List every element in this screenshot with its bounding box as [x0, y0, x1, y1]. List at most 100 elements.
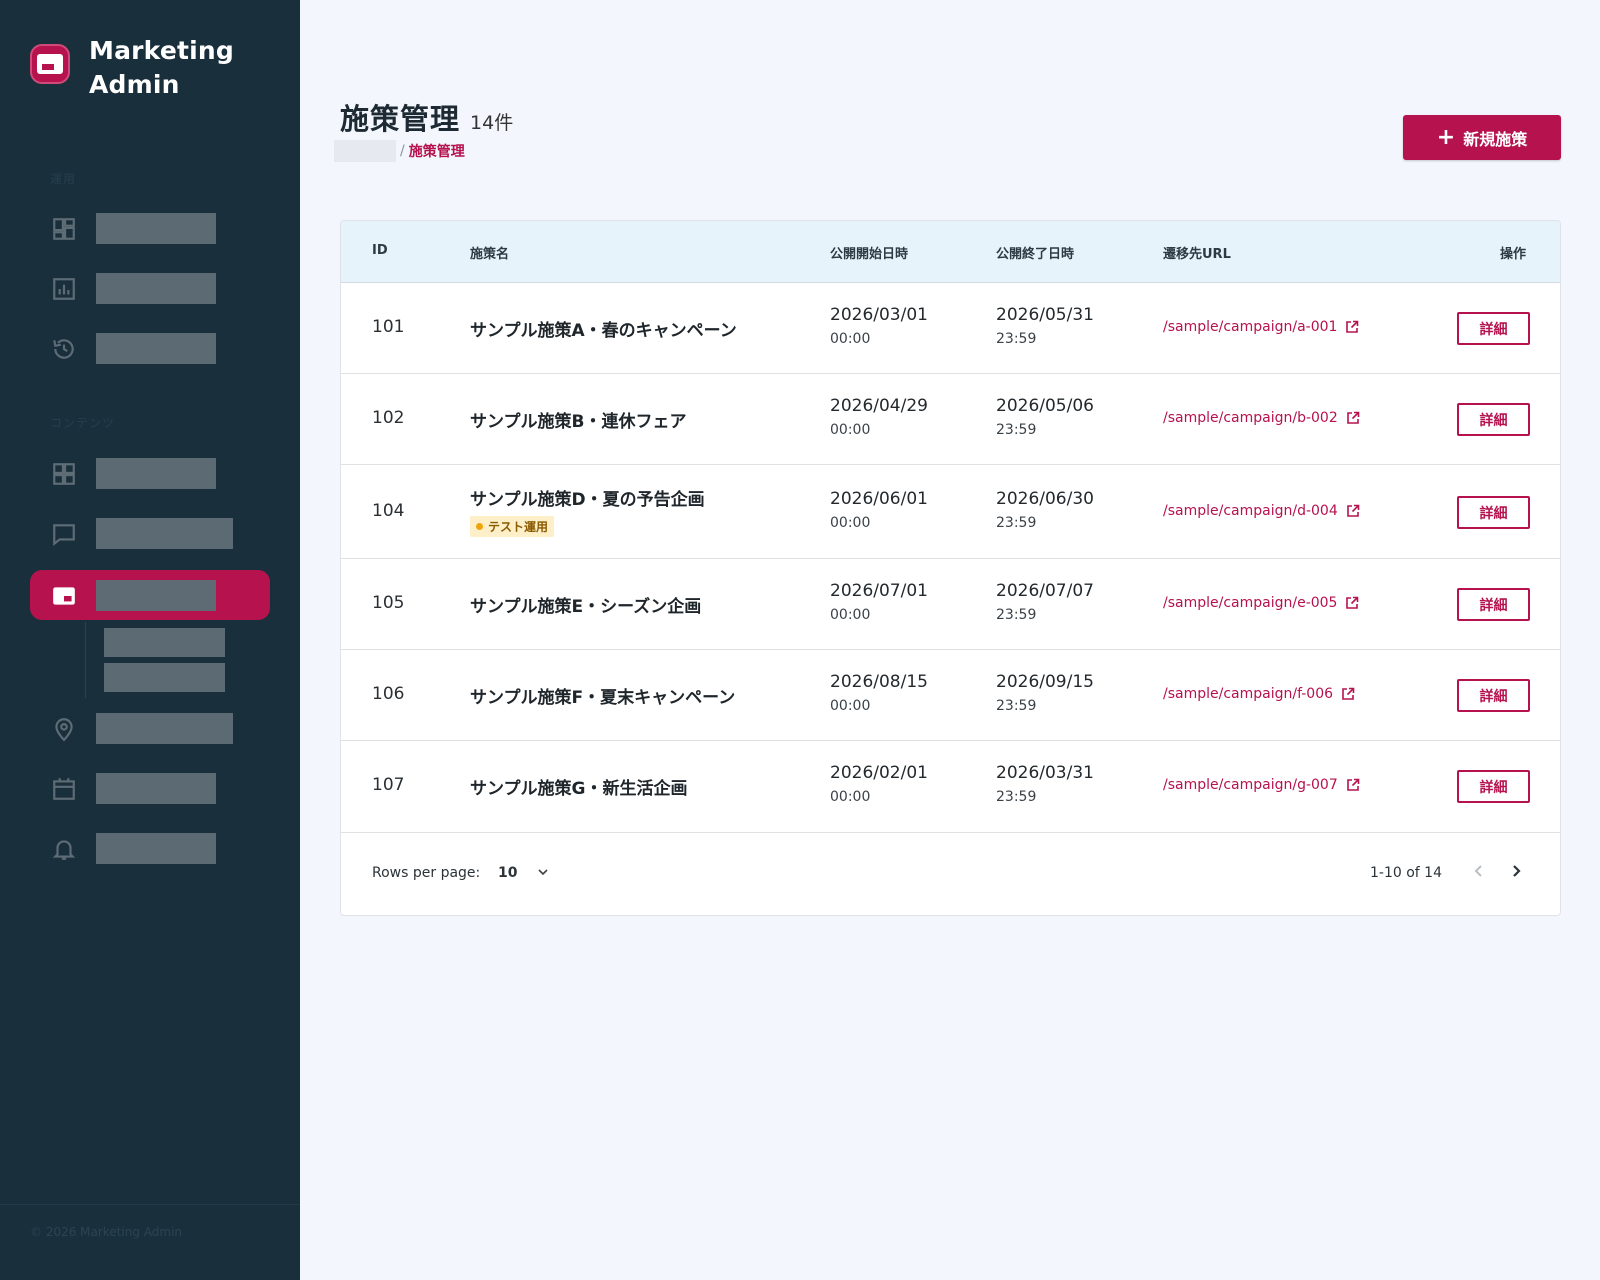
start-time: 00:00 — [830, 698, 871, 714]
end-time: 23:59 — [996, 515, 1037, 531]
row-start: 2026/08/15 00:00 — [830, 672, 928, 714]
rows-per-page-select[interactable]: 10 — [498, 865, 517, 881]
table-row[interactable]: 105 サンプル施策E・シーズン企画 2026/07/01 00:00 2026/… — [341, 559, 1560, 650]
detail-button[interactable]: 詳細 — [1457, 312, 1530, 345]
sidebar-item-7[interactable] — [30, 763, 270, 813]
sidebar-item-5[interactable] — [30, 508, 270, 558]
column-header-end[interactable]: 公開終了日時 — [996, 243, 1074, 262]
new-campaign-button[interactable]: + 新規施策 — [1403, 115, 1561, 160]
brand-name: Marketing Admin — [89, 36, 235, 99]
brand-logo-icon — [30, 44, 70, 84]
external-link-icon — [1346, 411, 1360, 424]
row-name: サンプル施策B・連休フェア — [470, 412, 687, 432]
table-row[interactable]: 101 サンプル施策A・春のキャンペーン 2026/03/01 00:00 202… — [341, 283, 1560, 374]
breadcrumb-home[interactable] — [334, 140, 396, 162]
row-name: サンプル施策E・シーズン企画 — [470, 597, 702, 617]
row-url-text: /sample/campaign/g-007 — [1163, 777, 1338, 793]
column-header-url[interactable]: 遷移先URL — [1163, 243, 1231, 262]
sidebar-item-label — [96, 773, 216, 804]
row-url-link[interactable]: /sample/campaign/g-007 — [1163, 777, 1360, 793]
row-end: 2026/07/07 23:59 — [996, 581, 1094, 623]
campaign-table: ID 施策名 公開開始日時 公開終了日時 遷移先URL 操作 101 サンプル施… — [340, 220, 1561, 916]
end-date: 2026/05/06 — [996, 396, 1094, 416]
external-link-icon — [1346, 504, 1360, 517]
row-url-link[interactable]: /sample/campaign/e-005 — [1163, 595, 1359, 611]
page-header: 施策管理 14件 — [340, 96, 513, 138]
bell-icon — [52, 840, 76, 860]
external-link-icon — [1342, 687, 1355, 700]
end-date: 2026/05/31 — [996, 305, 1094, 325]
row-url-text: /sample/campaign/b-002 — [1163, 410, 1338, 426]
row-url-link[interactable]: /sample/campaign/b-002 — [1163, 410, 1360, 426]
calendar-icon — [53, 778, 75, 800]
submenu-item[interactable] — [104, 628, 225, 657]
detail-button[interactable]: 詳細 — [1457, 588, 1530, 621]
sidebar-item-6[interactable] — [30, 703, 270, 753]
row-url-text: /sample/campaign/a-001 — [1163, 319, 1338, 335]
submenu-line — [85, 622, 86, 698]
column-header-start[interactable]: 公開開始日時 — [830, 243, 908, 262]
external-link-icon — [1346, 778, 1360, 791]
detail-button[interactable]: 詳細 — [1457, 496, 1530, 529]
nav-section-label: コンテンツ — [50, 416, 116, 430]
sidebar-item-label — [96, 713, 233, 744]
column-header-name[interactable]: 施策名 — [470, 243, 509, 262]
plus-icon: + — [1436, 124, 1456, 150]
end-time: 23:59 — [996, 422, 1037, 438]
page-title: 施策管理 — [340, 102, 461, 136]
chevron-right-icon[interactable] — [1504, 859, 1528, 883]
sidebar-item-8[interactable] — [30, 823, 270, 873]
grid-icon — [53, 463, 75, 485]
row-url-link[interactable]: /sample/campaign/a-001 — [1163, 319, 1359, 335]
brand[interactable]: Marketing Admin — [30, 34, 234, 102]
row-id: 102 — [372, 408, 405, 428]
sidebar-item-campaigns[interactable] — [30, 570, 270, 620]
table-header: ID 施策名 公開開始日時 公開終了日時 遷移先URL 操作 — [341, 221, 1560, 283]
start-date: 2026/08/15 — [830, 672, 928, 692]
end-time: 23:59 — [996, 789, 1037, 805]
row-end: 2026/05/31 23:59 — [996, 305, 1094, 347]
sidebar-item-label — [96, 580, 216, 611]
sidebar-item-4[interactable] — [30, 448, 270, 498]
row-start: 2026/04/29 00:00 — [830, 396, 928, 438]
end-date: 2026/09/15 — [996, 672, 1094, 692]
column-header-id[interactable]: ID — [372, 243, 388, 258]
row-end: 2026/03/31 23:59 — [996, 763, 1094, 805]
row-name: サンプル施策A・春のキャンペーン — [470, 321, 737, 341]
row-start: 2026/03/01 00:00 — [830, 305, 928, 347]
start-date: 2026/03/01 — [830, 305, 928, 325]
breadcrumb-current[interactable]: 施策管理 — [409, 141, 465, 161]
sidebar-item-1[interactable] — [30, 203, 270, 253]
row-url-link[interactable]: /sample/campaign/f-006 — [1163, 686, 1355, 702]
detail-button[interactable]: 詳細 — [1457, 679, 1530, 712]
row-url-link[interactable]: /sample/campaign/d-004 — [1163, 503, 1360, 519]
start-date: 2026/04/29 — [830, 396, 928, 416]
sidebar-item-label — [96, 333, 216, 364]
campaign-icon — [53, 587, 75, 605]
row-id: 107 — [372, 775, 405, 795]
breadcrumb-separator: / — [400, 143, 405, 159]
breadcrumb: / 施策管理 — [334, 140, 465, 162]
sidebar-item-2[interactable] — [30, 263, 270, 313]
external-link-icon — [1346, 320, 1359, 333]
record-count: 14件 — [470, 112, 514, 134]
submenu-item[interactable] — [104, 663, 225, 692]
start-date: 2026/02/01 — [830, 763, 928, 783]
sidebar-item-3[interactable] — [30, 323, 270, 373]
detail-button[interactable]: 詳細 — [1457, 403, 1530, 436]
status-badge-label: テスト運用 — [488, 520, 549, 534]
row-id: 106 — [372, 684, 405, 704]
chevron-down-icon[interactable] — [536, 865, 550, 879]
table-row[interactable]: 106 サンプル施策F・夏末キャンペーン 2026/08/15 00:00 202… — [341, 650, 1560, 741]
table-row[interactable]: 107 サンプル施策G・新生活企画 2026/02/01 00:00 2026/0… — [341, 741, 1560, 833]
table-row[interactable]: 104 サンプル施策D・夏の予告企画 テスト運用 2026/06/01 00:00… — [341, 465, 1560, 559]
detail-button[interactable]: 詳細 — [1457, 770, 1530, 803]
sidebar-footer: © 2026 Marketing Admin — [0, 1204, 300, 1239]
status-badge: テスト運用 — [470, 516, 555, 537]
row-url-text: /sample/campaign/f-006 — [1163, 686, 1334, 702]
table-footer: Rows per page: 10 1-10 of 14 — [341, 835, 1560, 915]
chevron-left-icon[interactable] — [1467, 859, 1491, 883]
end-date: 2026/03/31 — [996, 763, 1094, 783]
table-row[interactable]: 102 サンプル施策B・連休フェア 2026/04/29 00:00 2026/0… — [341, 374, 1560, 465]
row-name: サンプル施策D・夏の予告企画 — [470, 490, 705, 510]
